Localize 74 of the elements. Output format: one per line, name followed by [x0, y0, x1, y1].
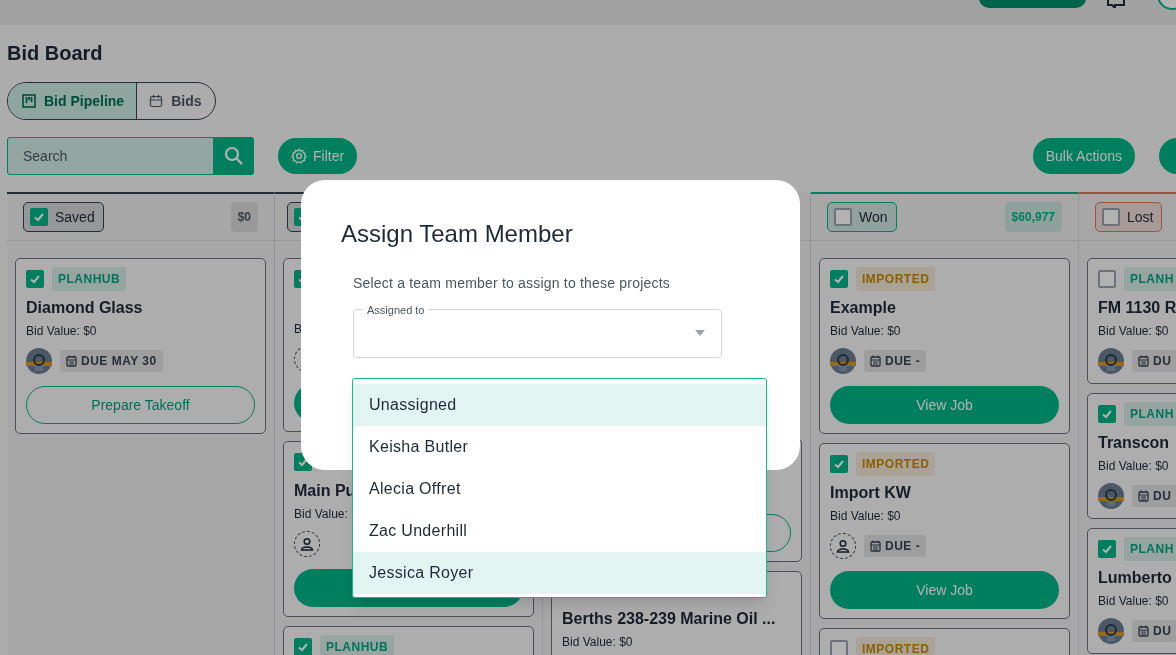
card-title: Berths 238-239 Marine Oil ...	[562, 609, 776, 629]
bid-value: Bid Value: $0	[1098, 323, 1169, 340]
search-button[interactable]	[214, 137, 254, 175]
caret-icon	[695, 330, 705, 336]
calendar-icon	[870, 540, 881, 552]
bid-value: Bid Value: $0	[1098, 593, 1169, 610]
checkbox[interactable]	[1098, 270, 1116, 288]
dropdown-option[interactable]: Zac Underhill	[353, 510, 766, 552]
checkmark-icon	[833, 273, 845, 285]
page-title: Bid Board	[7, 41, 104, 65]
column-total: $0	[230, 202, 258, 232]
card-title: Lumberto	[1098, 568, 1172, 588]
checkmark-icon	[33, 211, 45, 223]
card-title: Transcon	[1098, 433, 1170, 453]
calendar-icon	[1138, 625, 1149, 637]
dropdown-option[interactable]: Keisha Butler	[353, 426, 766, 468]
project-card[interactable]: PLANH Transcon Bid Value: $0 DU	[1087, 393, 1176, 519]
dialog-title: Assign Team Member	[341, 220, 574, 248]
dropdown-option[interactable]: Alecia Offret	[353, 468, 766, 510]
search-icon	[224, 146, 244, 166]
search-field[interactable]: Search	[7, 137, 214, 175]
project-card[interactable]: PLANH FM 1130 R Bid Value: $0 DU	[1087, 258, 1176, 384]
bid-value: Bid Value: $0	[562, 634, 633, 651]
settings-icon	[291, 148, 307, 164]
project-card[interactable]: PLANHUB Diamond Glass Bid Value: $0 DUE MAY 30 Prepare Takeoff	[15, 258, 266, 434]
checkbox[interactable]	[1098, 405, 1116, 423]
due-date: DU	[1153, 353, 1172, 370]
checkbox[interactable]	[834, 208, 852, 226]
checkmark-icon	[297, 641, 309, 653]
checkmark-icon	[1101, 408, 1113, 420]
checkbox[interactable]	[26, 270, 44, 288]
due-date: DUE -	[885, 353, 921, 370]
calendar-icon	[149, 94, 164, 108]
checkbox[interactable]	[830, 270, 848, 288]
card-title: Import KW	[830, 483, 911, 503]
calendar-icon	[870, 355, 881, 367]
bid-value: Bid Value: $0	[830, 508, 901, 525]
view-tab[interactable]: Bids	[136, 83, 216, 119]
project-card[interactable]: IMPORTED Import KW Bid Value: $0 DUE - View Job	[819, 443, 1070, 619]
bid-value: Bid Value: $0	[830, 323, 901, 340]
bid-value: Bid Value:	[294, 506, 348, 523]
checkbox[interactable]	[1102, 208, 1120, 226]
calendar-icon	[1138, 490, 1149, 502]
checkbox[interactable]	[830, 455, 848, 473]
project-card[interactable]: IMPORTED Example Bid Value: $0 DUE - View Job	[819, 258, 1070, 434]
column-title: Won	[859, 207, 889, 227]
project-card[interactable]: PLANH Lumberto Bid Value: $0 DU	[1087, 528, 1176, 654]
calendar-icon	[66, 355, 77, 367]
board-icon	[22, 94, 36, 108]
checkbox[interactable]	[30, 208, 48, 226]
card-title: Diamond Glass	[26, 298, 143, 318]
dropdown-option[interactable]: Jessica Royer	[353, 552, 766, 594]
due-date: DU	[1153, 623, 1172, 640]
card-title: FM 1130 R	[1098, 298, 1176, 318]
column-title: Saved	[55, 207, 96, 227]
dropdown-option[interactable]: Unassigned	[353, 384, 766, 426]
bid-value: Bid Value: $0	[26, 323, 97, 340]
checkbox[interactable]	[294, 638, 312, 655]
checkmark-icon	[1101, 543, 1113, 555]
bid-value: B	[294, 321, 302, 338]
due-date: DUE -	[885, 538, 921, 555]
calendar-icon	[1138, 355, 1149, 367]
due-date: DUE MAY 30	[81, 353, 157, 370]
column-title: Lost	[1127, 207, 1155, 227]
dialog-description: Select a team member to assign to these projects	[353, 274, 671, 293]
bid-value: Bid Value: $0	[1098, 458, 1169, 475]
checkbox[interactable]	[1098, 540, 1116, 558]
due-date: DU	[1153, 488, 1172, 505]
card-title: Example	[830, 298, 896, 318]
checkbox[interactable]	[830, 640, 848, 655]
checkmark-icon	[833, 458, 845, 470]
chat-icon[interactable]	[1106, 0, 1126, 8]
view-tab[interactable]: Bid Pipeline	[8, 83, 137, 119]
checkmark-icon	[29, 273, 41, 285]
